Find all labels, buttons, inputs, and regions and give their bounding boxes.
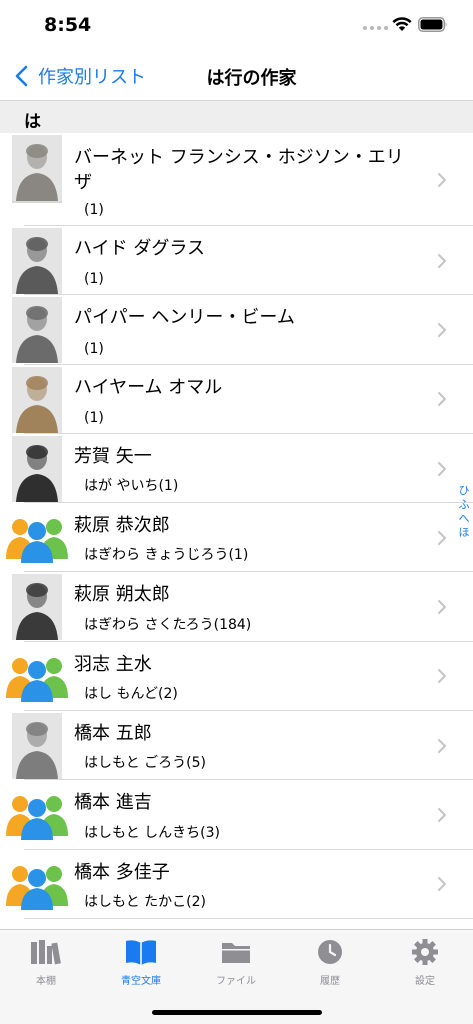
author-row[interactable]: 芳賀 矢一はが やいち(1) bbox=[0, 434, 473, 504]
author-reading: (1) bbox=[84, 340, 104, 357]
author-portrait bbox=[12, 297, 62, 364]
status-time: 8:54 bbox=[44, 14, 92, 36]
chevron-right-icon bbox=[438, 600, 446, 615]
author-row[interactable]: バーネット フランシス・ホジソン・エリザ (1) bbox=[0, 133, 473, 226]
author-row[interactable]: 橋本 進吉はしもと しんきち(3) bbox=[0, 780, 473, 850]
home-indicator bbox=[152, 1010, 322, 1015]
author-row[interactable]: ハイド ダグラス (1) bbox=[0, 226, 473, 296]
tab-aozora-label: 青空文庫 bbox=[121, 976, 161, 987]
section-header: は bbox=[0, 100, 473, 133]
author-name: 萩原 恭次郎 bbox=[74, 515, 170, 537]
author-reading: はしもと しんきち(3) bbox=[84, 824, 221, 841]
tab-bookshelf[interactable]: 本棚 bbox=[6, 938, 86, 987]
author-name: 萩原 朔太郎 bbox=[74, 584, 170, 606]
wifi-icon bbox=[392, 17, 412, 31]
tab-settings-label: 設定 bbox=[415, 976, 435, 987]
author-portrait bbox=[12, 366, 62, 433]
author-name: 橋本 五郎 bbox=[74, 723, 152, 745]
tab-files-label: ファイル bbox=[216, 976, 256, 987]
folder-icon bbox=[222, 943, 250, 963]
chevron-right-icon bbox=[438, 669, 446, 684]
chevron-right-icon bbox=[438, 877, 446, 892]
author-portrait bbox=[12, 135, 62, 203]
section-index-bar[interactable]: ひふへほ bbox=[455, 484, 473, 540]
author-reading: はぎわら きょうじろう(1) bbox=[84, 547, 249, 564]
author-reading: (1) bbox=[84, 409, 104, 426]
author-row[interactable]: パイパー ヘンリー・ビーム (1) bbox=[0, 295, 473, 365]
author-portrait bbox=[12, 228, 62, 294]
author-reading: はが やいち(1) bbox=[84, 478, 179, 495]
chevron-right-icon bbox=[438, 392, 446, 407]
author-row[interactable]: 橋本 五郎はしもと ごろう(5) bbox=[0, 711, 473, 781]
author-name: 橋本 多佳子 bbox=[74, 861, 170, 883]
author-row[interactable]: ハイヤーム オマル (1) bbox=[0, 365, 473, 435]
tab-bar: 本棚 青空文庫 ファイル 履歴 設定 bbox=[0, 929, 473, 1024]
chevron-right-icon bbox=[438, 530, 446, 545]
author-row[interactable]: 羽志 主水はし もんど(2) bbox=[0, 642, 473, 712]
author-name: 羽志 主水 bbox=[74, 653, 152, 675]
author-reading: (1) bbox=[84, 271, 104, 288]
tab-files[interactable]: ファイル bbox=[196, 938, 276, 987]
chevron-right-icon bbox=[438, 461, 446, 476]
open-book-icon bbox=[126, 940, 156, 965]
group-avatar-icon bbox=[4, 862, 70, 910]
section-label: は bbox=[24, 112, 41, 132]
author-name: 橋本 進吉 bbox=[74, 792, 152, 814]
author-name: ハイヤーム オマル bbox=[74, 376, 223, 398]
author-reading: はしもと ごろう(5) bbox=[84, 755, 207, 772]
group-avatar-icon bbox=[4, 515, 70, 564]
author-row[interactable]: 萩原 恭次郎はぎわら きょうじろう(1) bbox=[0, 503, 473, 573]
cellular-signal-icon bbox=[363, 26, 388, 30]
chevron-right-icon bbox=[438, 322, 446, 337]
battery-icon bbox=[418, 17, 447, 32]
group-avatar-icon bbox=[4, 792, 70, 841]
author-name: ハイド ダグラス bbox=[74, 238, 206, 259]
author-list: バーネット フランシス・ホジソン・エリザ (1) ハイド ダグラス (1) パイパー ヘ… bbox=[0, 133, 473, 929]
tab-settings[interactable]: 設定 bbox=[385, 938, 465, 987]
clock-icon bbox=[318, 940, 342, 964]
navigation-bar: 作家別リスト は行の作家 bbox=[0, 52, 473, 100]
tab-history-label: 履歴 bbox=[320, 976, 340, 987]
author-name: パイパー ヘンリー・ビーム bbox=[74, 307, 295, 329]
index-letter[interactable]: ひ bbox=[455, 484, 473, 498]
author-portrait bbox=[12, 574, 62, 641]
index-letter[interactable]: ふ bbox=[455, 498, 473, 512]
chevron-right-icon bbox=[438, 253, 446, 268]
chevron-right-icon bbox=[438, 172, 446, 187]
tab-aozora[interactable]: 青空文庫 bbox=[101, 938, 181, 987]
author-portrait bbox=[12, 435, 62, 502]
author-row[interactable]: 萩原 朔太郎はぎわら さくたろう(184) bbox=[0, 572, 473, 643]
group-avatar-icon bbox=[4, 654, 70, 702]
chevron-right-icon bbox=[438, 808, 446, 823]
author-reading: はぎわら さくたろう(184) bbox=[84, 616, 252, 633]
author-reading: (1) bbox=[84, 202, 104, 218]
author-name: 芳賀 矢一 bbox=[74, 445, 152, 467]
chevron-right-icon bbox=[438, 738, 446, 753]
author-row[interactable]: 橋本 多佳子はしもと たかこ(2) bbox=[0, 850, 473, 920]
status-bar: 8:54 bbox=[0, 0, 473, 52]
index-letter[interactable]: へ bbox=[455, 512, 473, 526]
tab-bookshelf-label: 本棚 bbox=[36, 976, 56, 987]
bookshelf-icon bbox=[31, 940, 61, 965]
author-name: バーネット フランシス・ホジソン・エリザ bbox=[74, 147, 404, 193]
gear-icon bbox=[412, 939, 438, 965]
author-reading: はしもと たかこ(2) bbox=[84, 893, 207, 910]
index-letter[interactable]: ほ bbox=[455, 526, 473, 540]
page-title: は行の作家 bbox=[206, 68, 297, 89]
tab-history[interactable]: 履歴 bbox=[290, 938, 370, 987]
author-reading: はし もんど(2) bbox=[84, 686, 178, 703]
author-portrait bbox=[12, 713, 62, 780]
